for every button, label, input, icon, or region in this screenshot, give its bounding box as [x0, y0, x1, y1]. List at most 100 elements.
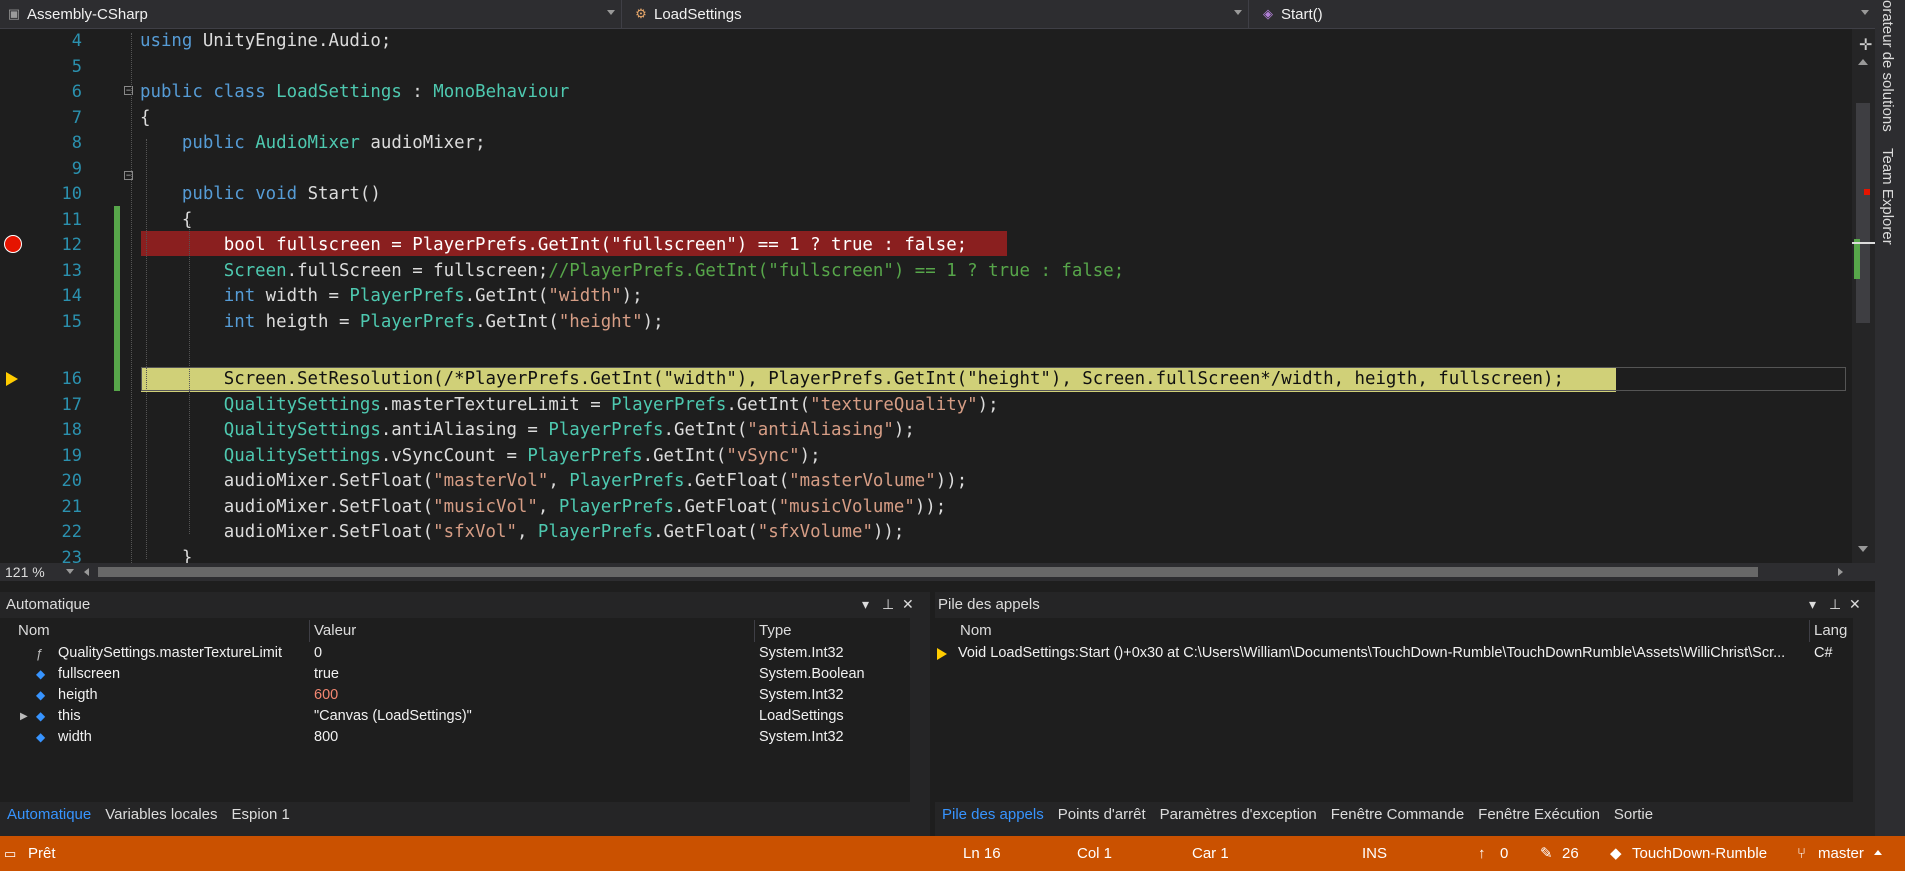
- scroll-down-icon[interactable]: [1858, 546, 1868, 552]
- tab-command-window[interactable]: Fenêtre Commande: [1324, 802, 1471, 828]
- unpushed-count[interactable]: 0: [1500, 836, 1508, 871]
- scrollbar-thumb[interactable]: [1856, 103, 1870, 323]
- class-dropdown-label: LoadSettings: [654, 5, 742, 23]
- status-insert-mode[interactable]: INS: [1362, 836, 1387, 871]
- editor-bottom-bar: 121 %: [0, 563, 1875, 581]
- code-line: 18 QualitySettings.antiAliasing = Player…: [61, 420, 915, 440]
- autos-tab-strip: Automatique Variables locales Espion 1: [0, 802, 297, 828]
- class-dropdown[interactable]: ⚙ LoadSettings: [627, 0, 1249, 28]
- row-name: heigth: [58, 687, 98, 703]
- variable-icon: ◆: [36, 688, 46, 702]
- horizontal-scrollbar-thumb[interactable]: [98, 567, 1758, 577]
- status-column[interactable]: Col 1: [1077, 836, 1112, 871]
- autos-panel-title: Automatique: [6, 596, 91, 613]
- code-line: 20 audioMixer.SetFloat("masterVol", Play…: [61, 471, 968, 491]
- code-editor[interactable]: − − 4 using UnityEngine.Audio; 5 6 public …: [0, 29, 1875, 563]
- pin-icon[interactable]: ⊥: [882, 596, 894, 613]
- repository-name[interactable]: TouchDown-Rumble: [1632, 836, 1767, 871]
- vertical-scrollbar[interactable]: ✛: [1852, 29, 1875, 563]
- team-explorer-tab[interactable]: Team Explorer: [1879, 148, 1896, 245]
- status-icon: ▭: [4, 846, 17, 861]
- tab-exception-settings[interactable]: Paramètres d'exception: [1153, 802, 1324, 828]
- autos-scrollbar[interactable]: [910, 618, 928, 802]
- scroll-left-icon[interactable]: [84, 568, 89, 576]
- method-dropdown-label: Start(): [1281, 5, 1323, 23]
- csharp-project-icon: ▣: [7, 6, 21, 21]
- column-header-type[interactable]: Type: [759, 620, 792, 642]
- column-header-language[interactable]: Lang: [1814, 620, 1847, 642]
- tab-autos[interactable]: Automatique: [0, 802, 98, 828]
- chevron-down-icon: [1861, 10, 1869, 15]
- call-stack-scrollbar[interactable]: [1853, 618, 1873, 802]
- zoom-level[interactable]: 121 %: [5, 563, 45, 581]
- row-value[interactable]: "Canvas (LoadSettings)": [314, 706, 472, 727]
- project-dropdown[interactable]: ▣ Assembly-CSharp: [0, 0, 622, 28]
- row-value[interactable]: 800: [314, 727, 338, 748]
- row-value[interactable]: 0: [314, 643, 322, 664]
- call-stack-tab-strip: Pile des appels Points d'arrêt Paramètre…: [935, 802, 1660, 828]
- variable-icon: ◆: [36, 667, 46, 681]
- code-line: 10 public void Start(): [61, 184, 381, 204]
- close-icon[interactable]: ✕: [1849, 596, 1861, 613]
- call-stack-panel: Pile des appels ▾ ⊥ ✕ Nom Lang Void Load…: [935, 592, 1875, 836]
- call-stack-title: Pile des appels: [938, 596, 1040, 613]
- status-bar: ▭ Prêt Ln 16 Col 1 Car 1 INS ↑ 0 ✎ 26 ◆ …: [0, 836, 1905, 871]
- code-line: 21 audioMixer.SetFloat("musicVol", Playe…: [61, 496, 947, 517]
- dropdown-icon[interactable]: ▾: [862, 596, 869, 613]
- tab-watch-1[interactable]: Espion 1: [225, 802, 297, 828]
- pending-changes-count[interactable]: 26: [1562, 836, 1579, 871]
- row-type: System.Int32: [759, 729, 844, 745]
- tab-output[interactable]: Sortie: [1607, 802, 1660, 828]
- table-row[interactable]: ƒ QualitySettings.masterTextureLimit 0 S…: [0, 643, 910, 664]
- autos-panel: Automatique ▾ ⊥ ✕ Nom Valeur Type ƒ Qual…: [0, 592, 930, 836]
- status-state: Prêt: [28, 845, 56, 862]
- chevron-up-icon[interactable]: [1874, 850, 1882, 855]
- chevron-down-icon: [607, 10, 615, 15]
- status-line[interactable]: Ln 16: [963, 836, 1001, 871]
- status-char[interactable]: Car 1: [1192, 836, 1229, 871]
- row-value-changed[interactable]: 600: [314, 685, 338, 706]
- row-value[interactable]: true: [314, 664, 339, 685]
- code-line: 15 int heigth = PlayerPrefs.GetInt("heig…: [61, 311, 664, 332]
- variable-icon: ◆: [36, 730, 46, 744]
- current-frame-arrow-icon: [937, 648, 947, 660]
- frame-language: C#: [1814, 645, 1833, 661]
- tab-locals[interactable]: Variables locales: [98, 802, 224, 828]
- branch-name[interactable]: master: [1818, 836, 1864, 871]
- column-divider: [754, 620, 755, 642]
- row-name: this: [58, 708, 81, 724]
- pencil-icon: ✎: [1540, 845, 1553, 862]
- row-type: System.Int32: [759, 687, 844, 703]
- column-header-name[interactable]: Nom: [960, 620, 992, 642]
- code-line: 5: [71, 56, 82, 77]
- chevron-down-icon[interactable]: [66, 569, 74, 574]
- table-row[interactable]: Void LoadSettings:Start ()+0x30 at C:\Us…: [935, 643, 1853, 664]
- code-line: 6 public class LoadSettings : MonoBehavio…: [71, 82, 570, 102]
- table-row[interactable]: ◆ heigth 600 System.Int32: [0, 685, 910, 706]
- expand-icon[interactable]: ▶: [20, 706, 28, 727]
- code-line: 16 Screen.SetResolution(/*PlayerPrefs.Ge…: [61, 369, 1564, 389]
- scroll-up-icon[interactable]: [1858, 59, 1868, 65]
- project-dropdown-label: Assembly-CSharp: [27, 5, 148, 23]
- method-dropdown[interactable]: ◈ Start(): [1254, 0, 1875, 28]
- pin-icon[interactable]: ⊥: [1829, 596, 1841, 613]
- close-icon[interactable]: ✕: [902, 596, 914, 613]
- column-header-name[interactable]: Nom: [18, 620, 50, 642]
- table-row[interactable]: ▶ ◆ this "Canvas (LoadSettings)" LoadSet…: [0, 706, 910, 727]
- table-row[interactable]: ◆ width 800 System.Int32: [0, 727, 910, 748]
- row-name: QualitySettings.masterTextureLimit: [58, 645, 283, 661]
- code-line: 13 Screen.fullScreen = fullscreen;//Play…: [61, 260, 1125, 281]
- table-row[interactable]: ◆ fullscreen true System.Boolean: [0, 664, 910, 685]
- breakpoint-mark: [1864, 189, 1870, 195]
- split-icon[interactable]: ✛: [1859, 35, 1872, 55]
- variable-icon: ◆: [36, 709, 46, 723]
- scroll-right-icon[interactable]: [1838, 568, 1843, 576]
- tab-breakpoints[interactable]: Points d'arrêt: [1051, 802, 1153, 828]
- solution-explorer-tab[interactable]: orateur de solutions: [1879, 0, 1896, 132]
- code-line: 8 public AudioMixer audioMixer;: [71, 133, 486, 153]
- dropdown-icon[interactable]: ▾: [1809, 596, 1816, 613]
- code-line: 17 QualitySettings.masterTextureLimit = …: [61, 394, 999, 415]
- tab-call-stack[interactable]: Pile des appels: [935, 802, 1051, 828]
- column-header-value[interactable]: Valeur: [314, 620, 356, 642]
- tab-immediate-window[interactable]: Fenêtre Exécution: [1471, 802, 1607, 828]
